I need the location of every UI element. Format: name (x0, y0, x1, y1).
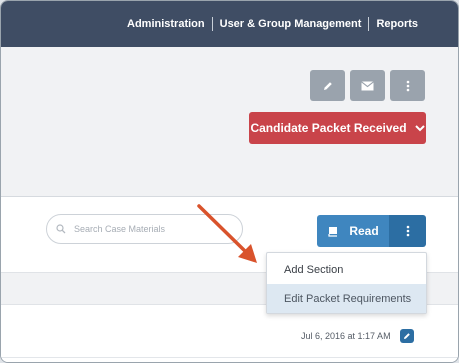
envelope-icon (361, 80, 374, 90)
search-placeholder: Search Case Materials (74, 224, 166, 234)
app-window: Administration User & Group Management R… (0, 0, 459, 363)
status-label: Candidate Packet Received (250, 121, 407, 135)
more-options-button[interactable] (390, 70, 425, 101)
email-button[interactable] (350, 70, 385, 101)
read-button[interactable]: Read (317, 215, 389, 247)
chevron-down-icon (414, 124, 425, 131)
menu-item-edit-packet-requirements[interactable]: Edit Packet Requirements (267, 284, 426, 313)
read-options-toggle[interactable] (389, 215, 426, 247)
edit-button[interactable] (310, 70, 345, 101)
top-navigation-bar: Administration User & Group Management R… (1, 1, 458, 47)
pencil-icon (404, 333, 410, 339)
nav-link-reports[interactable]: Reports (369, 18, 425, 31)
material-row: Jul 6, 2016 at 1:17 AM (1, 318, 458, 358)
row-timestamp: Jul 6, 2016 at 1:17 AM (301, 331, 391, 341)
case-header-panel: Candidate Packet Received (1, 47, 458, 197)
search-icon (56, 224, 66, 234)
book-icon (328, 226, 338, 237)
pencil-icon (323, 81, 332, 90)
more-vertical-icon (406, 225, 409, 237)
menu-item-add-section[interactable]: Add Section (267, 255, 426, 284)
row-edit-button[interactable] (400, 329, 414, 343)
more-vertical-icon (406, 80, 409, 91)
status-dropdown-button[interactable]: Candidate Packet Received (249, 112, 426, 144)
search-field[interactable]: Search Case Materials (46, 214, 243, 244)
nav-link-administration[interactable]: Administration (120, 18, 212, 31)
nav-link-user-group-management[interactable]: User & Group Management (213, 18, 369, 31)
read-button-label: Read (349, 224, 379, 238)
read-options-menu: Add Section Edit Packet Requirements (266, 252, 427, 314)
